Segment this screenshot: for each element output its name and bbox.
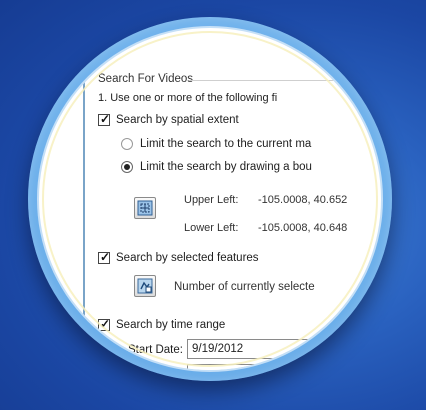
magnifier-lens: Search For Videos 1. Use one or more of … (39, 28, 381, 370)
draw-extent-button[interactable] (134, 197, 156, 219)
time-range-label: Search by time range (116, 319, 226, 331)
selected-features-row[interactable]: ✓ Search by selected features (98, 250, 259, 264)
check-icon: ✓ (100, 112, 111, 126)
select-features-icon (137, 278, 153, 294)
check-icon: ✓ (100, 317, 111, 331)
lower-left-label: Lower Left: (184, 222, 239, 234)
selected-features-checkbox[interactable]: ✓ (98, 250, 111, 264)
radio-current-map-label: Limit the search to the current ma (140, 138, 312, 150)
check-icon: ✓ (100, 250, 111, 264)
upper-left-value: -105.0008, 40.652 (258, 194, 348, 206)
radio-current-map[interactable] (121, 138, 133, 150)
selected-count-label: Number of currently selecte (174, 281, 315, 293)
radio-draw-bounds-row[interactable]: Limit the search by drawing a bou (121, 161, 312, 173)
lower-left-value: -105.0008, 40.648 (258, 222, 348, 234)
radio-selected-dot (124, 164, 130, 170)
group-rule (189, 80, 381, 81)
time-range-checkbox[interactable]: ✓ (98, 317, 111, 331)
start-date-field[interactable] (187, 339, 347, 359)
draw-extent-icon (137, 200, 153, 216)
panel-divider (83, 66, 85, 366)
upper-left-label: Upper Left: (184, 194, 239, 206)
spatial-extent-label: Search by spatial extent (116, 114, 239, 126)
spatial-extent-checkbox[interactable]: ✓ (98, 112, 111, 126)
radio-draw-bounds-label: Limit the search by drawing a bou (140, 161, 312, 173)
end-date-field[interactable] (187, 364, 347, 370)
time-range-row[interactable]: ✓ Search by time range (98, 317, 226, 331)
select-features-button[interactable] (134, 275, 156, 297)
search-videos-panel: Search For Videos 1. Use one or more of … (39, 28, 381, 370)
selected-features-label: Search by selected features (116, 252, 259, 264)
spatial-extent-row[interactable]: ✓ Search by spatial extent (98, 112, 239, 126)
screen-stage: Search For Videos 1. Use one or more of … (0, 0, 426, 410)
instruction-text: 1. Use one or more of the following fi (98, 92, 278, 104)
start-date-label: Start Date: (128, 344, 183, 356)
radio-draw-bounds[interactable] (121, 161, 133, 173)
group-title: Search For Videos (98, 73, 194, 85)
radio-current-map-row[interactable]: Limit the search to the current ma (121, 138, 311, 150)
